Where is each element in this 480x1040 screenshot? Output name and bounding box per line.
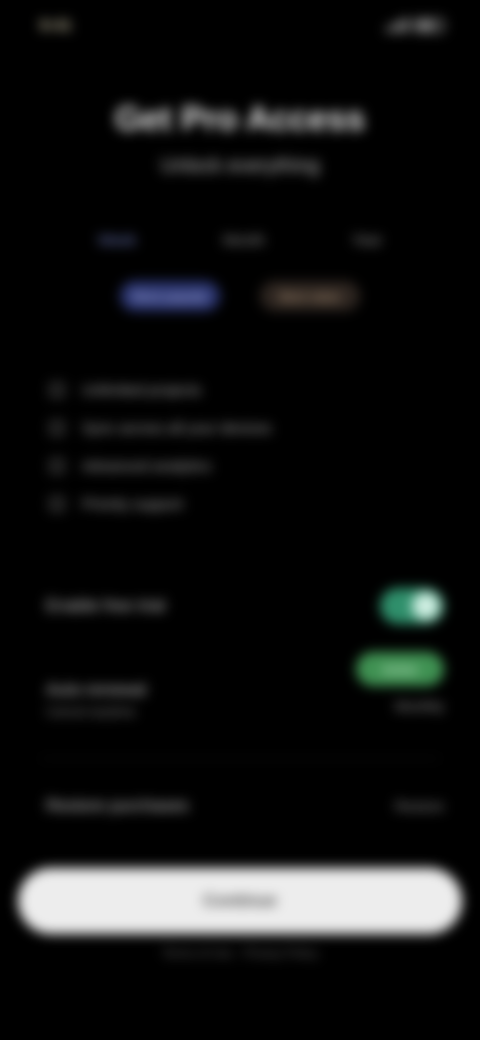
feature-label: Priority support <box>82 495 183 513</box>
feature-label: Sync across all your devices <box>82 419 272 437</box>
tab-month[interactable]: Month <box>215 228 273 253</box>
page-subtitle: Unlock everything <box>160 155 320 177</box>
check-icon <box>50 421 64 435</box>
restore-label: Restore purchases <box>46 796 189 815</box>
status-bar: 9:41 <box>0 0 480 56</box>
continue-button[interactable]: Continue <box>18 868 462 934</box>
restore-value[interactable]: Restore <box>395 798 444 814</box>
status-icons <box>386 18 444 32</box>
auto-renew-label: Auto-renewal <box>46 680 147 699</box>
list-item: Priority support <box>50 490 430 518</box>
page-title: Get Pro Access <box>114 100 366 138</box>
blurred-content: 9:41 Get Pro Access Unlock everything We… <box>0 0 480 1040</box>
check-icon <box>50 383 64 397</box>
check-icon <box>50 459 64 473</box>
auto-renew-sub: Cancel anytime <box>46 704 136 719</box>
list-item: Unlimited projects <box>50 376 430 404</box>
free-trial-toggle[interactable] <box>380 588 444 624</box>
divider <box>40 758 440 759</box>
paywall-screen: 9:41 Get Pro Access Unlock everything We… <box>0 0 480 1040</box>
auto-renew-row: Auto-renewal Cancel anytime Active Month… <box>46 652 444 719</box>
list-item: Sync across all your devices <box>50 414 430 442</box>
check-icon <box>50 497 64 511</box>
free-trial-label: Enable free trial <box>46 596 166 615</box>
battery-icon <box>414 18 444 32</box>
status-time: 9:41 <box>40 17 73 34</box>
auto-renew-badge[interactable]: Active <box>356 652 444 686</box>
auto-renew-controls: Active Monthly <box>356 652 444 714</box>
plan-badges: Most popular Best value <box>0 281 480 311</box>
toggle-knob <box>412 592 440 620</box>
auto-renew-value: Monthly <box>394 698 444 714</box>
badge-most-popular[interactable]: Most popular <box>120 281 220 311</box>
tab-week[interactable]: Week <box>90 228 144 253</box>
feature-list: Unlimited projects Sync across all your … <box>50 376 430 528</box>
plan-tabs: Week Month Year <box>90 228 390 253</box>
feature-label: Unlimited projects <box>82 381 202 399</box>
auto-renew-text: Auto-renewal Cancel anytime <box>46 680 146 719</box>
tab-year[interactable]: Year <box>344 228 390 253</box>
free-trial-row: Enable free trial <box>46 588 444 624</box>
footer-links[interactable]: Terms of Use · Privacy Policy <box>0 946 480 960</box>
restore-row[interactable]: Restore purchases Restore <box>46 796 444 816</box>
badge-best-value[interactable]: Best value <box>260 281 360 311</box>
feature-label: Advanced analytics <box>82 457 212 475</box>
signal-icon <box>386 18 408 32</box>
list-item: Advanced analytics <box>50 452 430 480</box>
